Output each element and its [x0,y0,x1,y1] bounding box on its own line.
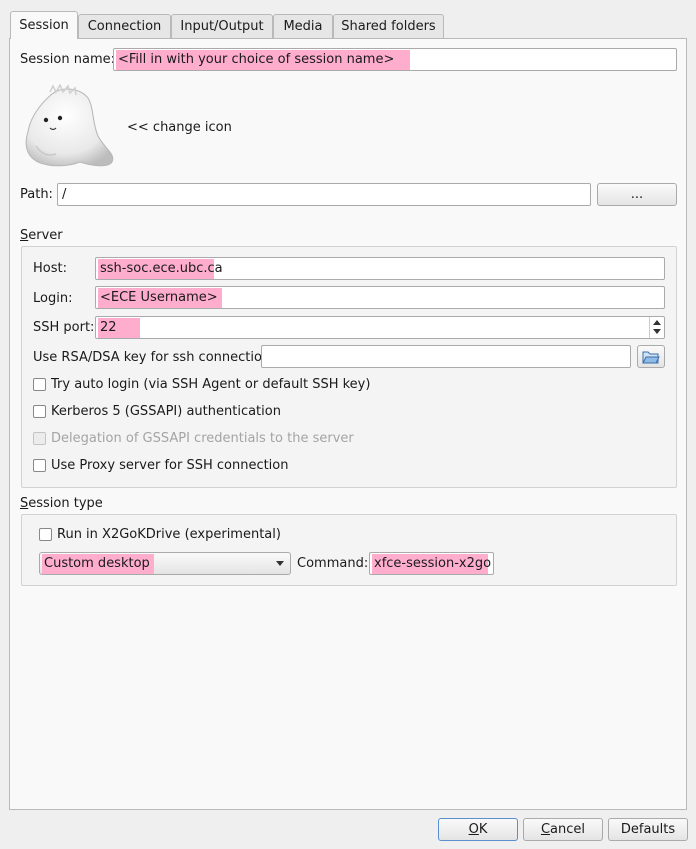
gssapi-delegation-label: Delegation of GSSAPI credentials to the … [51,431,354,446]
cancel-button[interactable]: Cancel [523,818,603,841]
login-value: <ECE Username> [98,288,222,308]
auto-login-label: Try auto login (via SSH Agent or default… [51,377,371,392]
ok-button[interactable]: OK [438,818,518,841]
host-value: ssh-soc.ece.ubc.ca [98,259,223,279]
defaults-button[interactable]: Defaults [608,818,688,841]
path-label: Path: [20,187,53,202]
session-name-input[interactable]: <Fill in with your choice of session nam… [113,48,677,71]
ssh-port-label: SSH port: [33,320,95,335]
chevron-down-icon [276,561,284,566]
login-label: Login: [33,291,73,306]
ssh-key-input[interactable] [261,345,631,368]
spin-up-icon[interactable] [653,320,661,325]
gssapi-delegation-checkbox [33,432,46,445]
tab-label: Session [19,18,69,33]
browse-path-button[interactable]: ... [597,183,677,206]
tab-connection[interactable]: Connection [78,14,171,38]
tab-label: Shared folders [341,19,436,34]
login-input[interactable]: <ECE Username> [95,286,665,309]
host-label: Host: [33,261,67,276]
session-name-label: Session name: [20,52,115,67]
path-input[interactable]: / [57,183,591,206]
ssh-port-spinner[interactable] [649,317,664,338]
proxy-checkbox[interactable] [33,459,46,472]
command-input[interactable]: xfce-session-x2go [369,552,494,575]
kdrive-checkbox[interactable] [39,528,52,541]
session-type-value: Custom desktop [42,554,154,574]
change-icon-label: << change icon [127,120,232,135]
kdrive-label: Run in X2GoKDrive (experimental) [57,527,281,542]
session-type-group-title: Session type [20,496,103,511]
ssh-key-label: Use RSA/DSA key for ssh connection: [33,350,275,365]
kerberos-checkbox[interactable] [33,405,46,418]
auto-login-checkbox[interactable] [33,378,46,391]
command-value: xfce-session-x2go [372,554,491,574]
tab-label: Media [283,19,323,34]
session-type-select[interactable]: Custom desktop [39,552,291,575]
path-value: / [62,187,67,202]
tab-shared-folders[interactable]: Shared folders [333,14,444,38]
spin-down-icon[interactable] [653,329,661,334]
seal-icon [25,83,114,167]
ssh-port-value: 22 [98,318,140,338]
tab-session[interactable]: Session [10,11,78,39]
session-name-value: <Fill in with your choice of session nam… [116,50,410,70]
session-type-group [21,514,677,586]
folder-open-icon [642,351,660,364]
host-input[interactable]: ssh-soc.ece.ubc.ca [95,257,665,280]
command-label: Command: [297,556,369,571]
kerberos-label: Kerberos 5 (GSSAPI) authentication [51,404,281,419]
tab-media[interactable]: Media [273,14,333,38]
proxy-label: Use Proxy server for SSH connection [51,458,289,473]
tab-label: Input/Output [180,19,264,34]
tab-label: Connection [87,19,162,34]
server-group-title: Server [20,228,63,243]
browse-key-button[interactable] [637,345,665,368]
tab-input-output[interactable]: Input/Output [171,14,273,38]
ssh-port-input[interactable]: 22 [95,316,665,339]
session-icon-button[interactable] [22,83,118,170]
